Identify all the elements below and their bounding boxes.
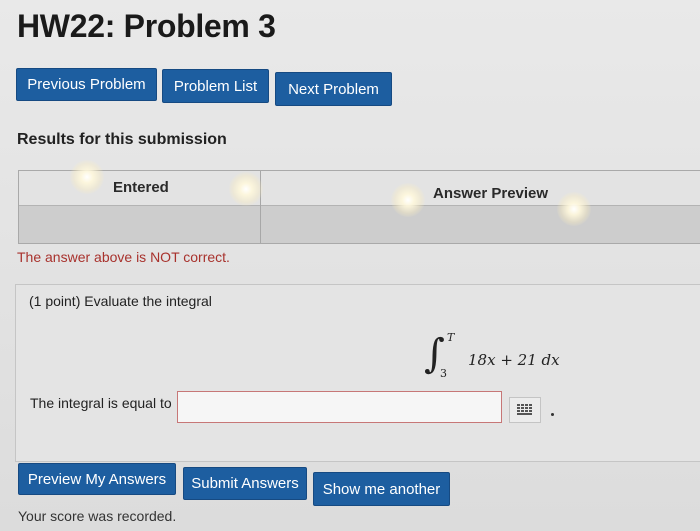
submit-answers-button[interactable]: Submit Answers: [183, 467, 307, 500]
equation-palette-icon: [517, 404, 532, 415]
preview-answers-button[interactable]: Preview My Answers: [18, 463, 176, 495]
integrand: 18x + 21 dx: [468, 351, 560, 369]
results-heading: Results for this submission: [17, 131, 227, 148]
column-divider: [260, 171, 261, 243]
column-header-entered: Entered: [113, 179, 169, 196]
incorrect-status-message: The answer above is NOT correct.: [17, 249, 230, 265]
answer-label: The integral is equal to: [30, 395, 172, 411]
equation-palette-button[interactable]: [509, 397, 541, 423]
previous-problem-button[interactable]: Previous Problem: [16, 68, 157, 101]
table-row: [19, 206, 700, 243]
answer-input[interactable]: [177, 391, 502, 423]
score-recorded-message: Your score was recorded.: [18, 508, 177, 524]
trailing-period: [551, 413, 554, 416]
results-table-header: Entered Answer Preview: [19, 171, 700, 206]
column-header-answer-preview: Answer Preview: [433, 185, 549, 202]
problem-box: (1 point) Evaluate the integral ∫ T 3 18…: [15, 284, 700, 462]
integral-lower-limit: 3: [440, 367, 447, 380]
integral-upper-limit: T: [447, 331, 455, 344]
problem-prompt: (1 point) Evaluate the integral: [29, 293, 212, 309]
results-table: Entered Answer Preview: [18, 170, 700, 244]
show-me-another-button[interactable]: Show me another: [313, 472, 450, 506]
problem-list-button[interactable]: Problem List: [162, 69, 269, 103]
integral-expression: ∫ T 3 18x + 21 dx: [424, 331, 574, 381]
next-problem-button[interactable]: Next Problem: [275, 72, 392, 106]
page-title: HW22: Problem 3: [17, 8, 276, 44]
